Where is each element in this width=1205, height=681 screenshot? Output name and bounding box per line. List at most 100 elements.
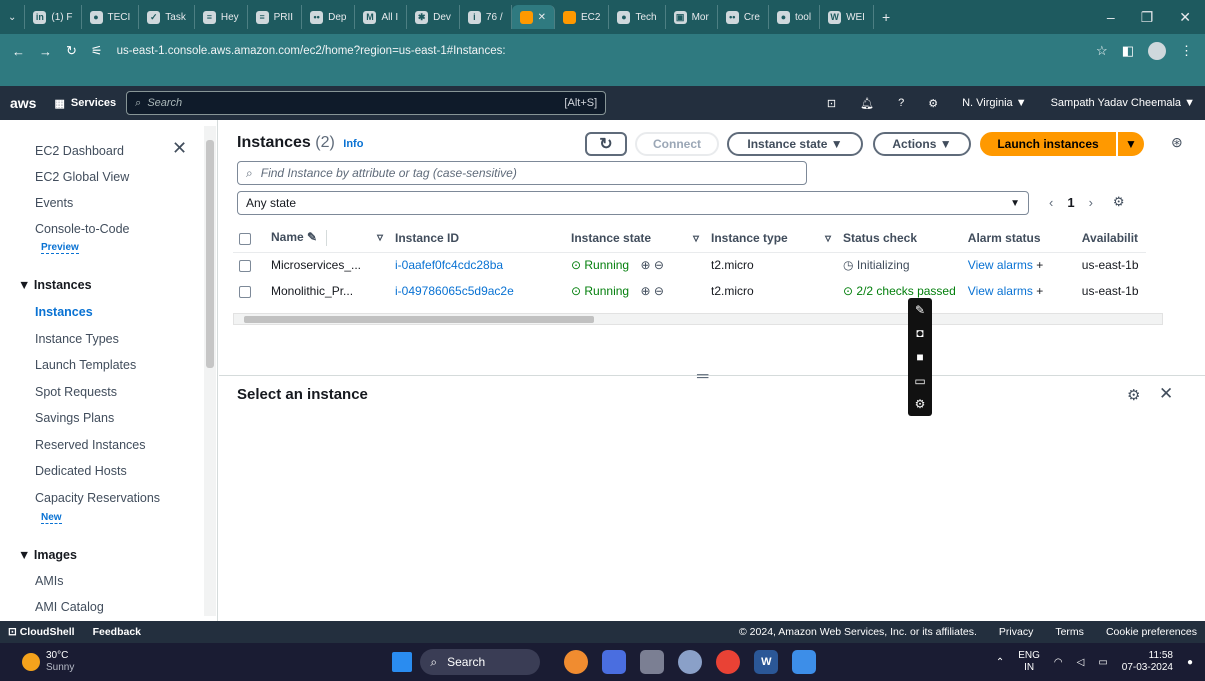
photos-icon[interactable] [792,650,817,674]
table-row[interactable]: Monolithic_Pr... i-049786065c5d9ac2e ⊙ R… [233,278,1146,304]
select-all-checkbox[interactable] [233,224,265,253]
sidebar-item-savings-plans[interactable]: Savings Plans [35,411,114,425]
sidebar-item-console-to-code[interactable]: Console-to-Code [35,222,130,236]
actions-button[interactable]: Actions ▼ [873,132,971,156]
info-link[interactable]: Info [343,138,363,150]
add-alarm-icon[interactable]: + [1036,284,1043,298]
browser-tab[interactable]: W WEI [820,5,874,29]
back-icon[interactable]: ← [12,44,25,59]
sidebar-section-instances[interactable]: ▼ Instances [18,278,92,292]
close-window-icon[interactable]: ✕ [1179,9,1191,26]
close-tab-icon[interactable]: ✕ [538,12,546,23]
cookie-preferences-link[interactable]: Cookie preferences [1106,626,1197,638]
prev-page-icon[interactable]: ‹ [1049,195,1053,210]
close-sidebar-icon[interactable]: ✕ [172,138,187,159]
region-selector[interactable]: N. Virginia ▼ [962,97,1027,109]
sidebar-item-spot-requests[interactable]: Spot Requests [35,385,117,399]
column-header-name[interactable]: Name ✎ ▿ [265,224,389,253]
terms-link[interactable]: Terms [1055,626,1084,638]
tab-list-button[interactable]: ⌄ [0,5,26,29]
sidebar-item-ami-catalog[interactable]: AMI Catalog [35,600,104,614]
cloudshell-icon[interactable]: ⊡ [827,97,836,110]
account-menu[interactable]: Sampath Yadav Cheemala ▼ [1051,97,1195,109]
notifications-icon[interactable]: 🔔︎ [860,97,874,110]
word-icon[interactable]: W [754,650,779,674]
taskbar-search[interactable]: ⌕ Search [420,649,541,675]
table-row[interactable]: Microservices_... i-0aafef0fc4cdc28ba ⊙ … [233,252,1146,278]
sidebar-item-ec2-global-view[interactable]: EC2 Global View [35,170,129,184]
sidebar-item-ec2-dashboard[interactable]: EC2 Dashboard [35,144,124,158]
privacy-link[interactable]: Privacy [999,626,1033,638]
zoom-out-icon[interactable]: ⊖ [654,258,664,272]
sidebar-item-amis[interactable]: AMIs [35,574,63,588]
browser-tab[interactable]: i 76 / [460,5,512,29]
table-horizontal-scrollbar[interactable] [233,313,1163,325]
browser-tab[interactable]: EC2 [555,5,610,29]
help-icon[interactable]: ? [898,97,904,109]
sidebar-item-dedicated-hosts[interactable]: Dedicated Hosts [35,464,127,478]
windows-start-icon[interactable] [392,652,413,672]
column-header-instance-state[interactable]: Instance state ▿ [565,224,705,253]
menu-kebab-icon[interactable]: ⋮ [1180,43,1193,59]
aws-logo[interactable]: aws [10,95,36,111]
column-header-status-check[interactable]: Status check [837,224,962,253]
panel-settings-icon[interactable]: ⚙ [1127,386,1140,404]
scroll-thumb[interactable] [244,316,594,323]
state-filter-select[interactable]: Any state ▼ [237,191,1029,215]
instance-id-link[interactable]: i-049786065c5d9ac2e [389,278,565,304]
clock[interactable]: 11:58 07-03-2024 [1122,650,1173,674]
view-alarms-link[interactable]: View alarms [968,284,1033,298]
view-alarms-link[interactable]: View alarms [968,258,1033,272]
browser-tab[interactable]: ≡ Hey [195,5,248,29]
connect-button[interactable]: Connect [635,132,719,156]
settings-app-icon[interactable] [678,650,703,674]
table-settings-icon[interactable]: ⚙ [1113,194,1125,210]
column-header-instance-type[interactable]: Instance type ▿ [705,224,837,253]
browser-tab[interactable]: ≡ PRII [248,5,303,29]
instance-state-button[interactable]: Instance state ▼ [727,132,863,156]
column-header-availability-zone[interactable]: Availabilit [1075,224,1146,253]
tray-chevron-icon[interactable]: ⌃ [996,657,1004,668]
sidebar-section-images[interactable]: ▼ Images [18,548,77,562]
services-button[interactable]: ▦ Services [54,97,116,110]
browser-tab[interactable]: •• Dep [302,5,356,29]
browser-tab[interactable]: in (1) F [25,5,82,29]
browser-tab[interactable]: ● Tech [609,5,666,29]
window-icon[interactable]: ▭ [914,374,925,388]
next-page-icon[interactable]: › [1089,195,1093,210]
browser-tab[interactable]: ● tool [769,5,821,29]
video-icon[interactable]: ■ [916,350,923,364]
search-input[interactable]: ⌕ Search [Alt+S] [126,91,607,115]
zoom-in-icon[interactable]: ⊕ [640,258,650,272]
browser-tab[interactable]: ✱ Dev [407,5,460,29]
refresh-button[interactable]: ↻ [585,132,627,156]
language-indicator[interactable]: ENG IN [1018,650,1040,674]
column-header-instance-id[interactable]: Instance ID [389,224,565,253]
row-checkbox[interactable] [233,252,265,278]
resize-handle-icon[interactable]: ═ [697,368,708,386]
row-checkbox[interactable] [233,278,265,304]
profile-avatar[interactable] [1148,42,1166,60]
sidebar-item-instance-types[interactable]: Instance Types [35,332,119,346]
chat-app-icon[interactable] [602,650,627,674]
launch-dropdown-button[interactable]: ▼ [1118,132,1144,156]
browser-tab[interactable]: ● TECI [82,5,140,29]
add-alarm-icon[interactable]: + [1036,258,1043,272]
new-tab-button[interactable]: + [874,5,898,29]
sidebar-item-capacity-reservations[interactable]: Capacity Reservations [35,491,160,505]
cloudshell-button[interactable]: ⊡ CloudShell [8,626,75,638]
volume-icon[interactable]: ◁ [1077,657,1085,668]
zoom-out-icon[interactable]: ⊖ [654,284,664,298]
gear-icon[interactable]: ⚙ [915,397,926,411]
feedback-link[interactable]: Feedback [93,626,141,638]
settings-icon[interactable]: ⚙ [928,97,938,110]
instance-id-link[interactable]: i-0aafef0fc4cdc28ba [389,252,565,278]
sidebar-item-instances[interactable]: Instances [35,305,93,319]
sidepanel-icon[interactable]: ◧ [1122,43,1134,59]
sidebar-item-reserved-instances[interactable]: Reserved Instances [35,438,145,452]
browser-tab-active[interactable]: ✕ [511,5,555,29]
browser-tab[interactable]: ✓ Task [139,5,195,29]
sidebar-item-events[interactable]: Events [35,196,73,210]
bell-icon[interactable]: ● [1187,657,1193,668]
minimize-icon[interactable]: – [1107,9,1115,26]
